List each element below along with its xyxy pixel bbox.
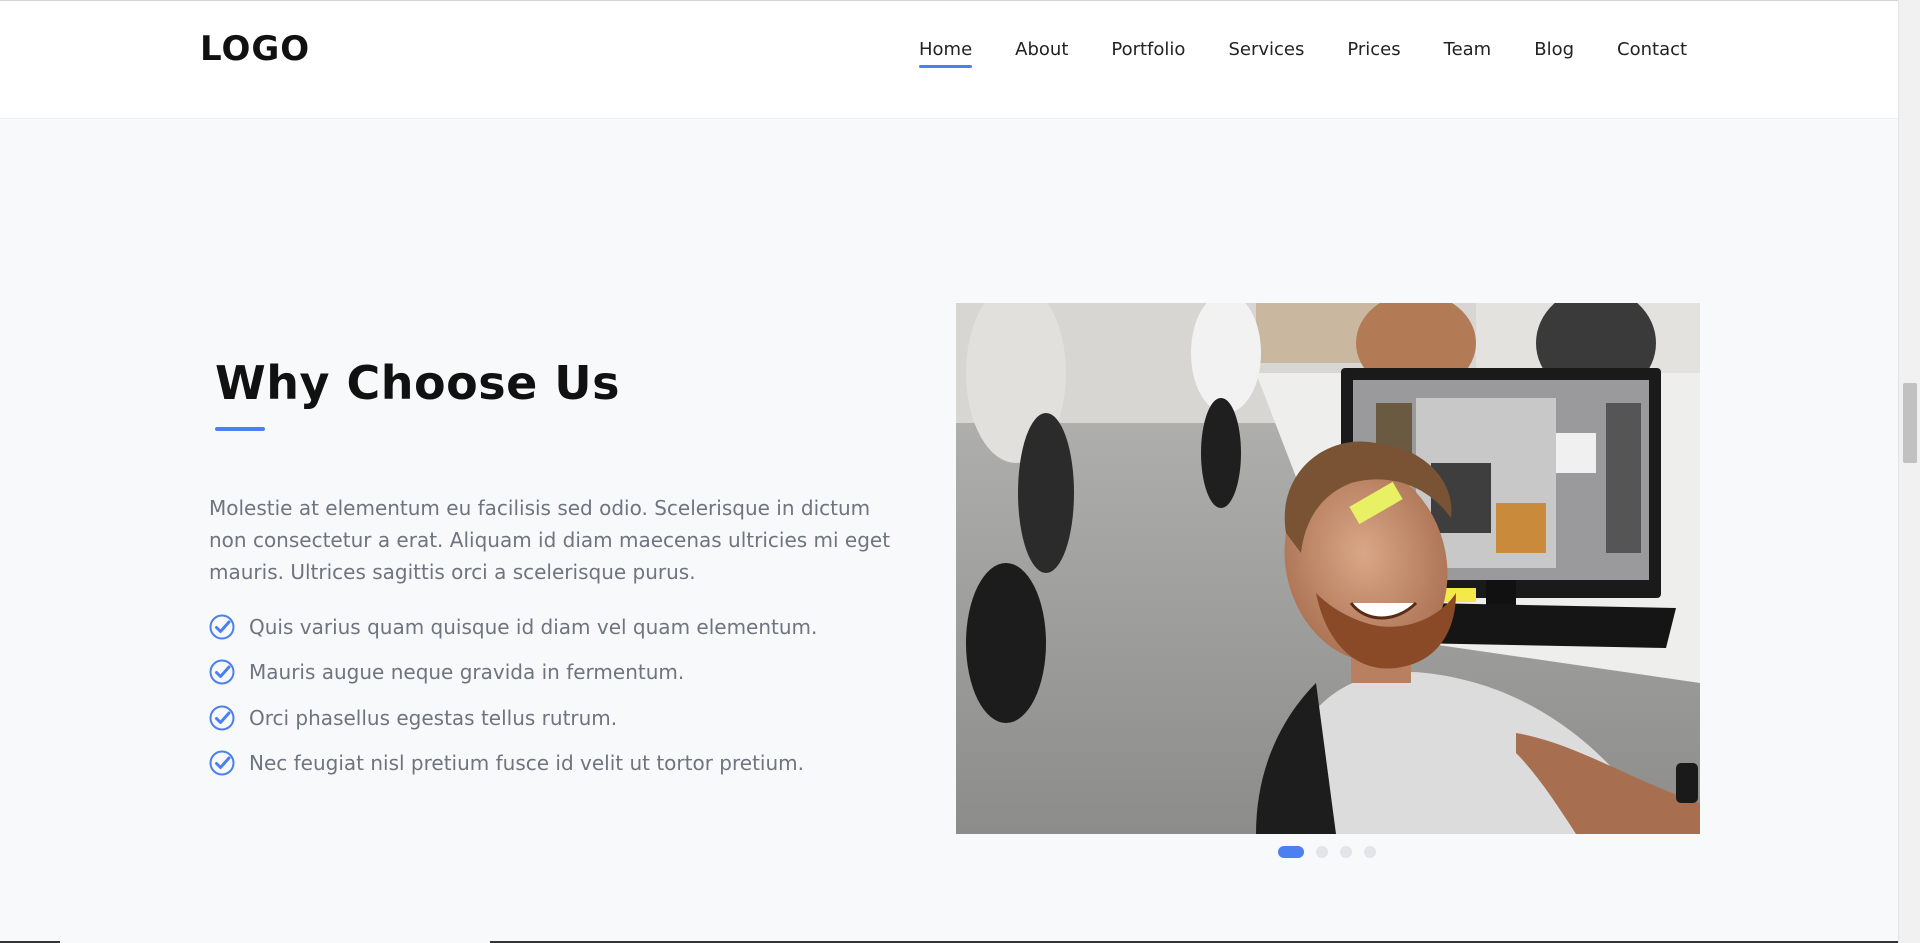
office-photo — [956, 303, 1700, 834]
nav-item-home[interactable]: Home — [919, 39, 973, 68]
nav-item-services[interactable]: Services — [1228, 39, 1304, 66]
feature-text: Nec feugiat nisl pretium fusce id velit … — [249, 751, 804, 776]
section-intro: Molestie at elementum eu facilisis sed o… — [209, 496, 891, 584]
feature-text: Orci phasellus egestas tellus rutrum. — [249, 705, 618, 730]
slider-dot-4[interactable] — [1364, 846, 1376, 858]
feature-text: Quis varius quam quisque id diam vel qua… — [249, 614, 818, 639]
list-item: Mauris augue neque gravida in fermentum. — [209, 650, 817, 696]
main-nav: Home About Portfolio Services Prices Tea… — [919, 39, 1687, 68]
list-item: Quis varius quam quisque id diam vel qua… — [209, 604, 817, 650]
slider-dot-3[interactable] — [1340, 846, 1352, 858]
check-circle-icon — [209, 614, 235, 640]
slider-image[interactable] — [956, 303, 1700, 834]
feature-list: Quis varius quam quisque id diam vel qua… — [209, 604, 817, 786]
check-circle-icon — [209, 659, 235, 685]
feature-text: Mauris augue neque gravida in fermentum. — [249, 660, 685, 685]
page: LOGO Home About Portfolio Services Price… — [0, 0, 1920, 943]
nav-item-blog[interactable]: Blog — [1534, 39, 1574, 66]
check-circle-icon — [209, 705, 235, 731]
list-item: Orci phasellus egestas tellus rutrum. — [209, 695, 817, 741]
logo[interactable]: LOGO — [200, 29, 310, 69]
scrollbar[interactable] — [1898, 0, 1920, 943]
section-title: Why Choose Us — [215, 356, 621, 410]
check-circle-icon — [209, 750, 235, 776]
list-item: Nec feugiat nisl pretium fusce id velit … — [209, 741, 817, 787]
slider-dot-1[interactable] — [1278, 846, 1304, 858]
nav-item-about[interactable]: About — [1015, 39, 1068, 66]
slider-dot-2[interactable] — [1316, 846, 1328, 858]
scrollbar-thumb[interactable] — [1903, 383, 1917, 463]
nav-item-prices[interactable]: Prices — [1347, 39, 1400, 66]
nav-item-portfolio[interactable]: Portfolio — [1111, 39, 1185, 66]
site-header: LOGO Home About Portfolio Services Price… — [0, 0, 1898, 119]
nav-item-contact[interactable]: Contact — [1617, 39, 1687, 66]
nav-item-team[interactable]: Team — [1444, 39, 1492, 66]
title-underline — [215, 427, 265, 431]
slider-dots — [1278, 846, 1388, 858]
